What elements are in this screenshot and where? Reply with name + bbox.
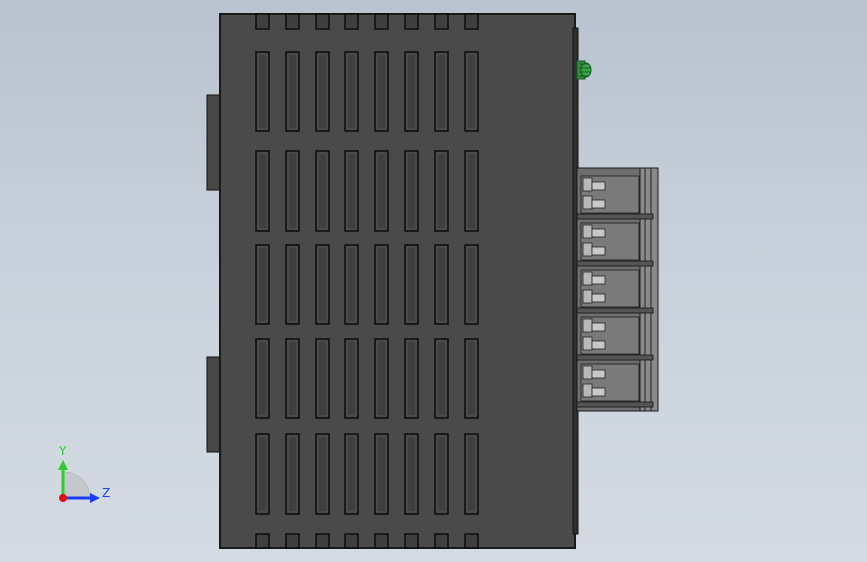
edge-tab — [434, 13, 449, 30]
terminal-screw-icon — [582, 224, 593, 239]
din-clip-top — [206, 94, 222, 191]
edge-tab — [315, 13, 330, 30]
terminal-divider — [576, 260, 654, 267]
terminal-screw-icon — [582, 289, 593, 304]
terminal-clamp-icon — [591, 199, 606, 209]
edge-tab — [285, 533, 300, 549]
terminal-divider — [576, 354, 654, 361]
screw-icon — [576, 60, 592, 80]
model-view[interactable]: Y Z — [0, 0, 867, 562]
terminal-clamp-icon — [591, 275, 606, 285]
terminal-clamp-icon — [591, 228, 606, 238]
device-housing — [219, 13, 576, 549]
edge-tab — [434, 533, 449, 549]
terminal-clamp-icon — [591, 369, 606, 379]
terminal-clamp-icon — [591, 293, 606, 303]
terminal-screw-icon — [582, 177, 593, 192]
edge-tab — [374, 533, 389, 549]
terminal-clamp-icon — [591, 387, 606, 397]
edge-tab — [464, 13, 479, 30]
edge-tab — [344, 13, 359, 30]
edge-tab — [255, 533, 270, 549]
terminal-screw-icon — [582, 271, 593, 286]
edge-tab — [404, 533, 419, 549]
edge-tab — [344, 533, 359, 549]
din-clip-bottom — [206, 356, 222, 453]
axis-triad: Y Z — [58, 444, 110, 503]
terminal-clamp-icon — [591, 322, 606, 332]
terminal-clamp-icon — [591, 246, 606, 256]
edge-tab — [404, 13, 419, 30]
edge-tab — [255, 13, 270, 30]
edge-tab — [315, 533, 330, 549]
terminal-screw-icon — [582, 336, 593, 351]
cad-viewport[interactable]: Y Z — [0, 0, 867, 562]
terminal-screw-icon — [582, 383, 593, 398]
terminal-clamp-icon — [591, 340, 606, 350]
edge-tab — [374, 13, 389, 30]
terminal-divider — [576, 401, 654, 408]
axis-z-label: Z — [102, 486, 110, 500]
edge-tab — [464, 533, 479, 549]
terminal-divider — [576, 213, 654, 220]
edge-tab — [285, 13, 300, 30]
terminal-screw-icon — [582, 195, 593, 210]
terminal-divider — [576, 307, 654, 314]
terminal-screw-icon — [582, 365, 593, 380]
terminal-screw-icon — [582, 242, 593, 257]
terminal-screw-icon — [582, 318, 593, 333]
terminal-block — [576, 167, 659, 412]
axis-y-label: Y — [58, 444, 67, 458]
terminal-clamp-icon — [591, 181, 606, 191]
